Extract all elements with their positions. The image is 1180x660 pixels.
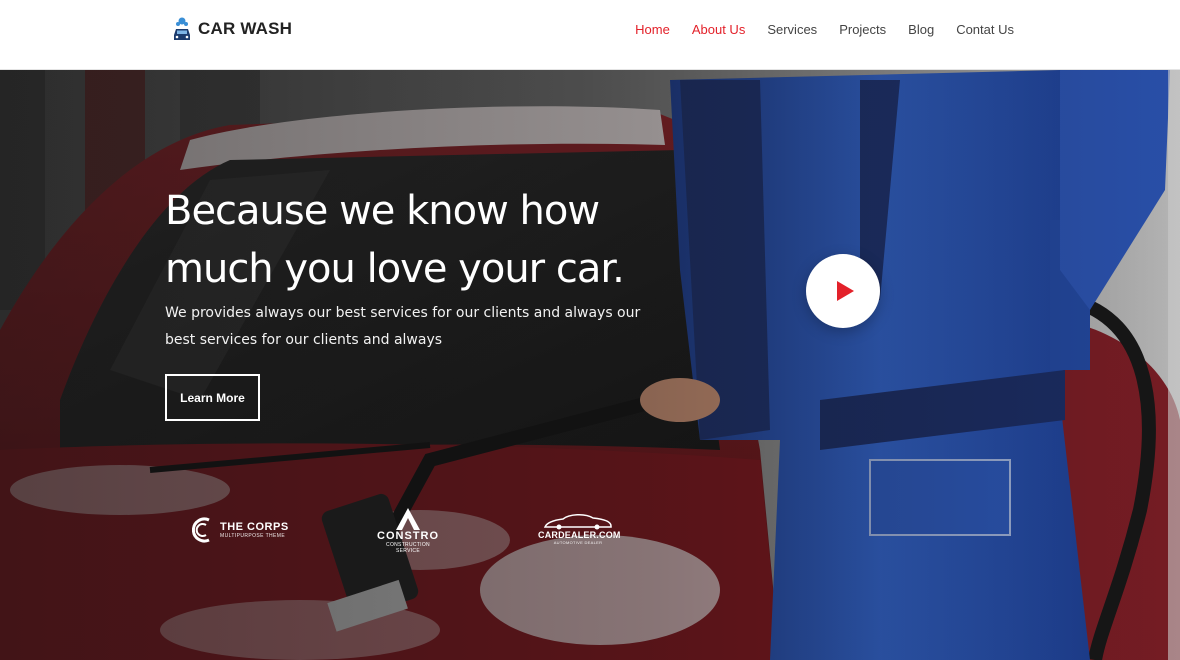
nav-about-us[interactable]: About Us — [692, 22, 745, 37]
learn-more-button[interactable]: Learn More — [165, 374, 260, 421]
nav-home[interactable]: Home — [635, 22, 670, 37]
nav-projects[interactable]: Projects — [839, 22, 886, 37]
car-wash-logo-icon — [174, 17, 190, 40]
partner-tagline: MULTIPURPOSE THEME — [220, 533, 286, 539]
partner-name: THE CORPS — [220, 521, 289, 533]
car-silhouette-icon — [543, 514, 612, 530]
partner-logo-cardealer: CARDEALER.COM AUTOMOTIVE DEALER — [538, 512, 621, 545]
hero-title: Because we know how much you love your c… — [165, 182, 685, 298]
partner-logo-constro: CONSTRO CONSTRUCTION SERVICE — [374, 508, 442, 554]
hero-overlay — [0, 70, 1180, 660]
hero-title-line1: Because we know how — [165, 188, 600, 234]
play-icon — [837, 281, 854, 301]
partner-name: CONSTRO — [377, 530, 439, 542]
play-video-button[interactable] — [806, 254, 880, 328]
hero-title-line2: much you love your car. — [165, 246, 625, 292]
the-corps-logo-icon — [192, 517, 210, 543]
main-nav: Home About Us Services Projects Blog Con… — [635, 22, 1014, 37]
partner-logo-the-corps: THE CORPS MULTIPURPOSE THEME — [192, 514, 289, 546]
logo-text: CAR WASH — [198, 19, 293, 38]
nav-blog[interactable]: Blog — [908, 22, 934, 37]
partner-name: CARDEALER.COM — [538, 530, 621, 540]
constro-logo-icon — [396, 508, 420, 530]
hero-section: Because we know how much you love your c… — [0, 70, 1180, 660]
partner-tagline: AUTOMOTIVE DEALER — [553, 540, 603, 545]
nav-services[interactable]: Services — [767, 22, 817, 37]
logo[interactable]: CAR WASH — [172, 16, 292, 42]
partner-tagline: CONSTRUCTION SERVICE — [386, 542, 430, 554]
nav-contact-us[interactable]: Contat Us — [956, 22, 1014, 37]
site-header: CAR WASH Home About Us Services Projects… — [0, 0, 1180, 70]
hero-subtitle: We provides always our best services for… — [165, 305, 641, 348]
